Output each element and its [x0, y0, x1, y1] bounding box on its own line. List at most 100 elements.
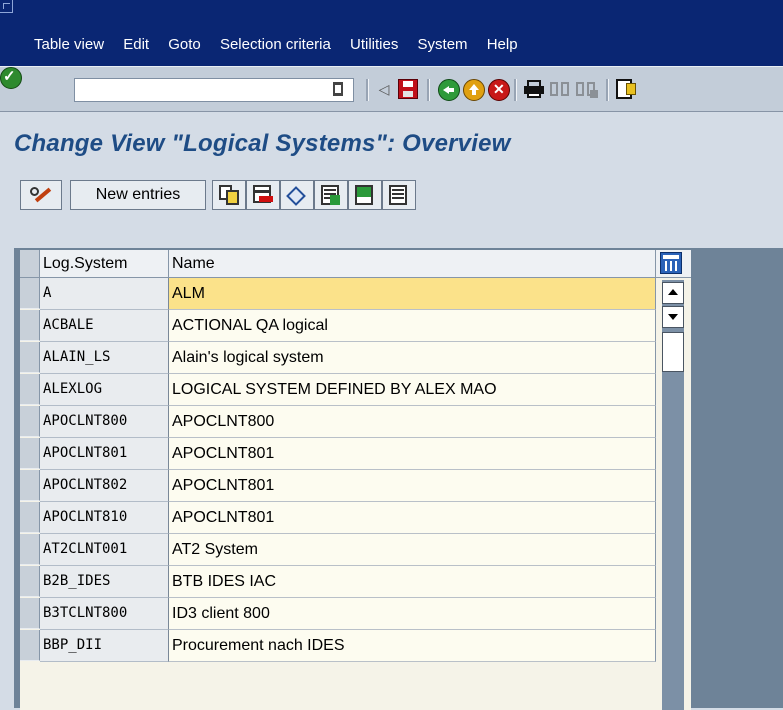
log-system-cell: APOCLNT802	[40, 470, 169, 502]
ok-icon[interactable]	[0, 67, 22, 89]
cancel-icon[interactable]: ✕	[488, 79, 510, 101]
toolbar-separator	[366, 79, 369, 101]
table-row[interactable]: B3TCLNT800 ID3 client 800	[20, 598, 660, 630]
name-input[interactable]: BTB IDES IAC	[169, 566, 656, 598]
row-selector[interactable]	[20, 502, 40, 533]
select-all-icon	[321, 185, 341, 205]
name-input[interactable]: Alain's logical system	[169, 342, 656, 374]
column-header-log-system[interactable]: Log.System	[40, 250, 169, 277]
row-selector[interactable]	[20, 630, 40, 661]
select-all-rows-button[interactable]	[20, 250, 40, 277]
row-selector[interactable]	[20, 438, 40, 469]
row-selector[interactable]	[20, 566, 40, 597]
name-input[interactable]: LOGICAL SYSTEM DEFINED BY ALEX MAO	[169, 374, 656, 406]
row-selector[interactable]	[20, 310, 40, 341]
table-row[interactable]: ALAIN_LS Alain's logical system	[20, 342, 660, 374]
select-block-button[interactable]	[348, 180, 382, 210]
menu-edit[interactable]: Edit	[123, 36, 149, 53]
table-row[interactable]: ACBALE ACTIONAL QA logical	[20, 310, 660, 342]
log-system-cell: APOCLNT800	[40, 406, 169, 438]
name-input[interactable]: APOCLNT801	[169, 470, 656, 502]
log-system-cell: ALAIN_LS	[40, 342, 169, 374]
toolbar-separator	[427, 79, 430, 101]
log-system-cell: APOCLNT810	[40, 502, 169, 534]
menu-table-view[interactable]: Table view	[34, 36, 104, 53]
scrollbar-thumb[interactable]	[662, 332, 684, 372]
scroll-down-icon[interactable]	[662, 306, 684, 328]
command-history-icon[interactable]	[333, 82, 343, 96]
table-row[interactable]: BBP_DII Procurement nach IDES	[20, 630, 660, 662]
table-settings-icon[interactable]	[660, 252, 682, 274]
table-row[interactable]: APOCLNT802 APOCLNT801	[20, 470, 660, 502]
new-entries-button[interactable]: New entries	[70, 180, 206, 210]
select-block-icon	[355, 185, 375, 205]
select-all-button[interactable]	[314, 180, 348, 210]
table: Log.System Name A ALM ACBALE ACTIONAL QA lo…	[20, 250, 691, 710]
table-row[interactable]: AT2CLNT001 AT2 System	[20, 534, 660, 566]
command-field[interactable]	[74, 78, 354, 102]
application-toolbar: New entries	[0, 172, 783, 216]
menu-bar: Table view Edit Goto Selection criteria …	[0, 0, 783, 66]
toolbar-separator	[514, 79, 517, 101]
menu-help[interactable]: Help	[487, 36, 518, 53]
undo-change-button[interactable]	[280, 180, 314, 210]
log-system-cell: B3TCLNT800	[40, 598, 169, 630]
table-row[interactable]: B2B_IDES BTB IDES IAC	[20, 566, 660, 598]
name-input[interactable]: APOCLNT801	[169, 502, 656, 534]
table-row[interactable]: ALEXLOG LOGICAL SYSTEM DEFINED BY ALEX MA…	[20, 374, 660, 406]
column-header-name[interactable]: Name	[169, 250, 656, 277]
exit-icon[interactable]	[463, 79, 485, 101]
menu-system[interactable]: System	[418, 36, 468, 53]
row-selector[interactable]	[20, 598, 40, 629]
menu-goto[interactable]: Goto	[168, 36, 201, 53]
pencil-glasses-icon	[30, 185, 52, 205]
name-input[interactable]: ALM	[169, 278, 656, 310]
table-header: Log.System Name	[20, 250, 691, 278]
log-system-cell: AT2CLNT001	[40, 534, 169, 566]
name-input[interactable]: ID3 client 800	[169, 598, 656, 630]
deselect-all-button[interactable]	[382, 180, 416, 210]
name-input[interactable]: ACTIONAL QA logical	[169, 310, 656, 342]
log-system-cell: A	[40, 278, 169, 310]
name-input[interactable]: APOCLNT800	[169, 406, 656, 438]
menu-selection-criteria[interactable]: Selection criteria	[220, 36, 331, 53]
table-row[interactable]: APOCLNT801 APOCLNT801	[20, 438, 660, 470]
vertical-scrollbar[interactable]	[662, 280, 684, 710]
copy-icon	[219, 185, 239, 205]
log-system-cell: ACBALE	[40, 310, 169, 342]
system-menu-icon[interactable]	[0, 0, 13, 13]
delete-row-icon	[253, 185, 273, 205]
menu: Table view Edit Goto Selection criteria …	[34, 36, 533, 53]
menu-utilities[interactable]: Utilities	[350, 36, 398, 53]
row-selector[interactable]	[20, 406, 40, 437]
log-system-cell: BBP_DII	[40, 630, 169, 662]
scroll-up-icon[interactable]	[662, 282, 684, 304]
print-icon[interactable]	[524, 80, 544, 98]
table-row[interactable]: APOCLNT810 APOCLNT801	[20, 502, 660, 534]
standard-toolbar: ◁ ✕	[0, 66, 783, 112]
first-page-icon[interactable]	[616, 79, 638, 99]
name-input[interactable]: APOCLNT801	[169, 438, 656, 470]
delete-button[interactable]	[246, 180, 280, 210]
find-next-icon[interactable]	[576, 80, 598, 98]
copy-as-button[interactable]	[212, 180, 246, 210]
row-selector[interactable]	[20, 534, 40, 565]
row-selector[interactable]	[20, 342, 40, 373]
name-input[interactable]: AT2 System	[169, 534, 656, 566]
deselect-all-icon	[389, 185, 409, 205]
table-row[interactable]: APOCLNT800 APOCLNT800	[20, 406, 660, 438]
table-control: Log.System Name A ALM ACBALE ACTIONAL QA lo…	[14, 248, 783, 710]
display-change-button[interactable]	[20, 180, 62, 210]
save-icon[interactable]	[398, 79, 418, 99]
collapse-toolbar-icon[interactable]: ◁	[376, 75, 392, 103]
toolbar-separator	[606, 79, 609, 101]
back-icon[interactable]	[438, 79, 460, 101]
find-icon[interactable]	[550, 80, 570, 98]
undo-icon	[286, 185, 307, 206]
row-selector[interactable]	[20, 278, 40, 309]
name-input[interactable]: Procurement nach IDES	[169, 630, 656, 662]
table-row[interactable]: A ALM	[20, 278, 660, 310]
page-title: Change View "Logical Systems": Overview	[14, 130, 511, 157]
row-selector[interactable]	[20, 470, 40, 501]
row-selector[interactable]	[20, 374, 40, 405]
